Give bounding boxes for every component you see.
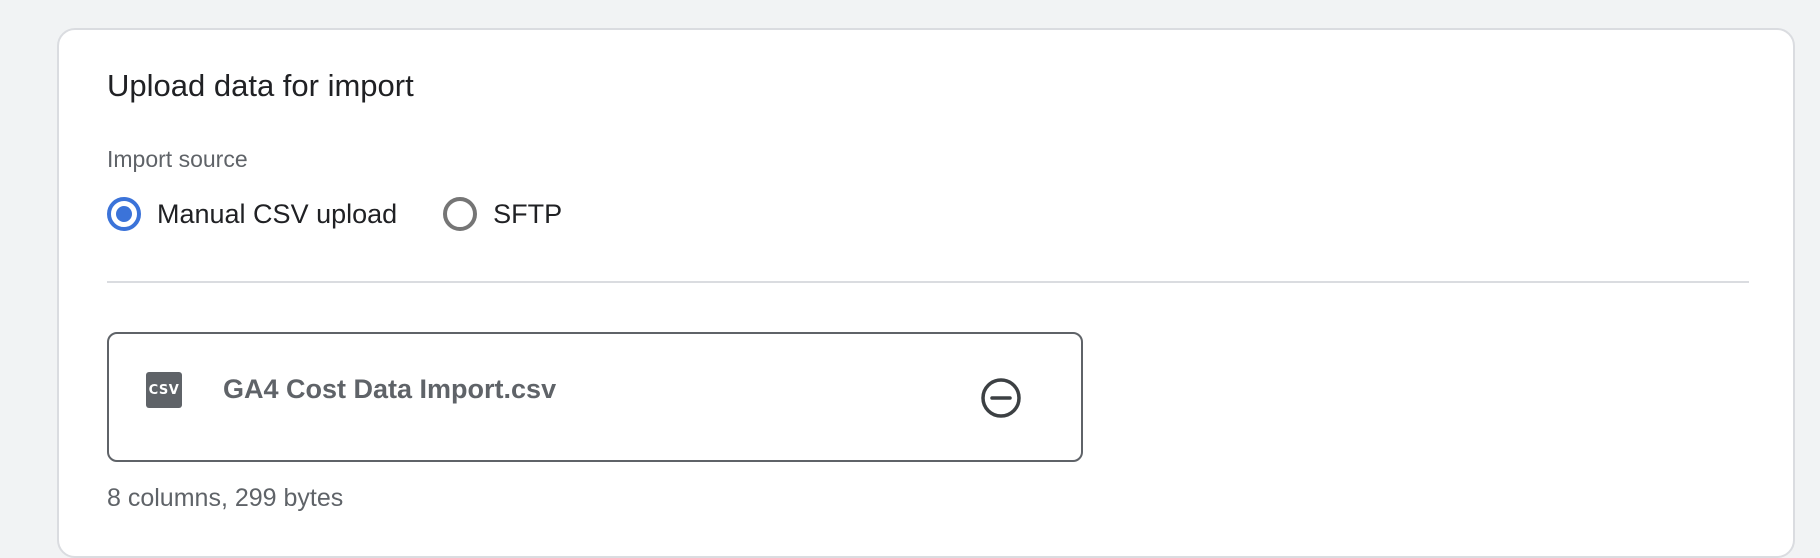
radio-checked-icon[interactable] (107, 197, 141, 231)
file-meta-info: 8 columns, 299 bytes (107, 484, 344, 512)
remove-circle-icon (981, 378, 1021, 418)
divider (107, 281, 1749, 283)
upload-card: Upload data for import Import source Man… (57, 28, 1795, 558)
radio-label-manual-csv: Manual CSV upload (157, 199, 398, 229)
radio-label-sftp: SFTP (493, 199, 563, 229)
radio-dot-icon (116, 206, 132, 222)
remove-file-button[interactable] (979, 376, 1023, 420)
radio-option-sftp[interactable]: SFTP (443, 197, 562, 231)
import-source-label: Import source (107, 146, 248, 172)
radio-option-manual-csv[interactable]: Manual CSV upload (107, 197, 397, 231)
csv-file-icon: CSV (146, 372, 182, 408)
page-title: Upload data for import (107, 68, 414, 103)
uploaded-file-card: CSV GA4 Cost Data Import.csv (107, 332, 1083, 462)
file-name: GA4 Cost Data Import.csv (223, 374, 557, 404)
radio-unchecked-icon[interactable] (443, 197, 478, 231)
import-source-radio-group: Manual CSV upload SFTP (107, 192, 608, 236)
